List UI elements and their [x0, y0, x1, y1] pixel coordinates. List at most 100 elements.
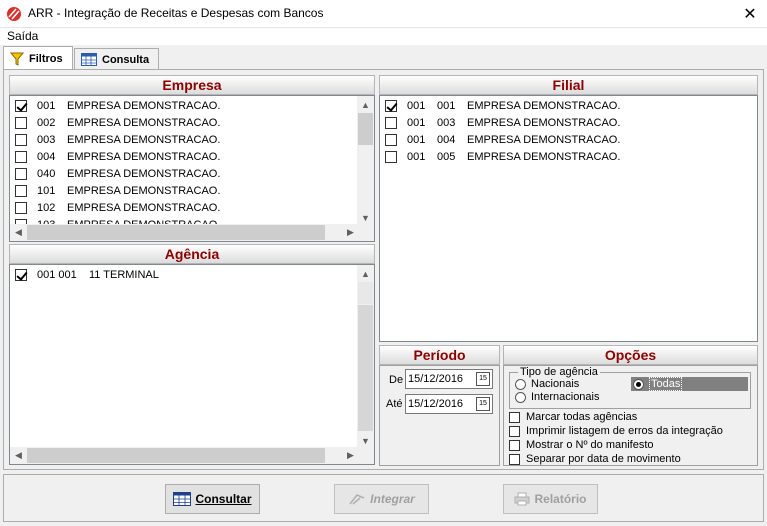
consultar-label: Consultar: [195, 492, 252, 506]
checkbox[interactable]: [15, 116, 27, 129]
consultar-button[interactable]: Consultar: [165, 484, 260, 514]
agencia-vscrollbar[interactable]: ▲ ▼: [357, 265, 374, 449]
ate-date-input[interactable]: 15/12/2016 15: [405, 394, 493, 414]
scroll-left-icon[interactable]: ◀: [10, 224, 27, 241]
opcao-check[interactable]: Imprimir listagem de erros da integração: [509, 425, 723, 437]
empresa-code: 040: [37, 167, 56, 180]
integrar-label: Integrar: [370, 492, 415, 506]
de-date-input[interactable]: 15/12/2016 15: [405, 369, 493, 389]
opcao-check-label: Marcar todas agências: [526, 411, 638, 423]
empresa-vscrollbar[interactable]: ▲ ▼: [357, 96, 374, 226]
checkbox[interactable]: [385, 133, 397, 146]
scroll-up-icon[interactable]: ▲: [357, 265, 374, 282]
empresa-hscrollbar[interactable]: ◀ ▶: [10, 224, 359, 241]
empresa-row[interactable]: 102 EMPRESA DEMONSTRACAO.: [15, 199, 220, 216]
filial-list[interactable]: 001 001 EMPRESA DEMONSTRACAO. 001 003 EMPRESA…: [379, 95, 758, 342]
radio-button[interactable]: [515, 391, 526, 403]
radio-nacionais[interactable]: Nacionais: [515, 378, 579, 390]
tab-filtros-label: Filtros: [29, 52, 63, 65]
radio-nacionais-label: Nacionais: [531, 378, 580, 390]
checkbox[interactable]: [509, 411, 520, 423]
empresa-row[interactable]: 101 EMPRESA DEMONSTRACAO.: [15, 182, 220, 199]
checkbox[interactable]: [15, 268, 27, 281]
opcoes-header: Opções: [503, 345, 758, 365]
tipo-agencia-label: Tipo de agência: [518, 366, 600, 378]
relatorio-label: Relatório: [534, 492, 587, 506]
title-bar: ARR - Integração de Receitas e Despesas …: [0, 0, 767, 28]
de-label: De: [389, 374, 404, 386]
filial-row[interactable]: 001 004 EMPRESA DEMONSTRACAO.: [385, 131, 620, 148]
checkbox[interactable]: [15, 133, 27, 146]
integrar-button[interactable]: Integrar: [334, 484, 429, 514]
tab-filtros[interactable]: Filtros: [3, 46, 73, 70]
filial-code: 001: [437, 99, 456, 112]
checkbox[interactable]: [15, 150, 27, 163]
opcoes-box: Tipo de agência Nacionais Internacionais…: [503, 365, 758, 466]
filial-row[interactable]: 001 003 EMPRESA DEMONSTRACAO.: [385, 114, 620, 131]
app-logo-icon: [7, 7, 21, 21]
filter-icon: [10, 52, 24, 66]
tab-consulta[interactable]: Consulta: [74, 48, 159, 70]
calendar-icon[interactable]: 15: [476, 397, 490, 411]
menu-bar: Saída: [0, 28, 767, 45]
empresa-name: EMPRESA DEMONSTRACAO.: [67, 167, 221, 180]
scroll-thumb[interactable]: [358, 282, 373, 304]
radio-button[interactable]: [515, 378, 526, 390]
close-button[interactable]: ✕: [733, 0, 767, 27]
opcao-check[interactable]: Mostrar o Nº do manifesto: [509, 439, 654, 451]
scroll-thumb[interactable]: [358, 113, 373, 145]
empresa-code: 101: [37, 184, 56, 197]
scroll-thumb[interactable]: [27, 448, 325, 463]
filial-row[interactable]: 001 005 EMPRESA DEMONSTRACAO.: [385, 148, 620, 165]
checkbox[interactable]: [509, 439, 520, 451]
filial-name: EMPRESA DEMONSTRACAO.: [467, 99, 621, 112]
filial-name: EMPRESA DEMONSTRACAO.: [467, 116, 621, 129]
empresa-row[interactable]: 040 EMPRESA DEMONSTRACAO.: [15, 165, 220, 182]
opcao-check-label: Separar por data de movimento: [526, 453, 681, 465]
radio-todas[interactable]: Todas: [631, 377, 748, 391]
empresa-row[interactable]: 002 EMPRESA DEMONSTRACAO.: [15, 114, 220, 131]
scroll-up-icon[interactable]: ▲: [357, 96, 374, 113]
empresa-row[interactable]: 003 EMPRESA DEMONSTRACAO.: [15, 131, 220, 148]
opcao-check-label: Imprimir listagem de erros da integração: [526, 425, 723, 437]
checkbox[interactable]: [15, 99, 27, 112]
radio-todas-label: Todas: [649, 377, 683, 391]
empresa-header: Empresa: [9, 75, 375, 95]
empresa-row[interactable]: 004 EMPRESA DEMONSTRACAO.: [15, 148, 220, 165]
agencia-row[interactable]: 001 001 11 TERMINAL: [15, 266, 159, 283]
opcao-check[interactable]: Marcar todas agências: [509, 411, 637, 423]
checkbox[interactable]: [385, 150, 397, 163]
ate-label: Até: [386, 398, 403, 410]
table-icon: [81, 53, 97, 66]
checkbox[interactable]: [15, 167, 27, 180]
filial-emp-code: 001: [407, 150, 426, 163]
radio-internacionais-label: Internacionais: [531, 391, 600, 403]
menu-item-saida[interactable]: Saída: [7, 29, 38, 43]
empresa-list[interactable]: 103EMPRESA DEMONSTRACAO.102EMPRESA DEMON…: [9, 95, 375, 242]
checkbox[interactable]: [15, 201, 27, 214]
periodo-header: Período: [379, 345, 500, 365]
filial-code: 003: [437, 116, 456, 129]
calendar-icon[interactable]: 15: [476, 372, 490, 386]
checkbox[interactable]: [385, 116, 397, 129]
empresa-code: 002: [37, 116, 56, 129]
agencia-hscrollbar[interactable]: ◀ ▶: [10, 447, 359, 464]
checkbox[interactable]: [385, 99, 397, 112]
scroll-left-icon[interactable]: ◀: [10, 447, 27, 464]
relatorio-button[interactable]: Relatório: [503, 484, 598, 514]
agencia-list[interactable]: 001 001 11 TERMINAL ▲ ▼ ◀ ▶: [9, 264, 375, 465]
radio-internacionais[interactable]: Internacionais: [515, 391, 600, 403]
radio-button[interactable]: [633, 378, 644, 390]
empresa-code: 004: [37, 150, 56, 163]
checkbox[interactable]: [509, 425, 520, 437]
filial-name: EMPRESA DEMONSTRACAO.: [467, 133, 621, 146]
ate-date-value: 15/12/2016: [408, 398, 464, 410]
filial-row[interactable]: 001 001 EMPRESA DEMONSTRACAO.: [385, 97, 620, 114]
scroll-thumb[interactable]: [27, 225, 325, 240]
opcao-check[interactable]: Separar por data de movimento: [509, 453, 681, 465]
tab-consulta-label: Consulta: [102, 53, 150, 66]
checkbox[interactable]: [509, 453, 520, 465]
empresa-row[interactable]: 001 EMPRESA DEMONSTRACAO.: [15, 97, 220, 114]
empresa-name: EMPRESA DEMONSTRACAO.: [67, 99, 221, 112]
checkbox[interactable]: [15, 184, 27, 197]
